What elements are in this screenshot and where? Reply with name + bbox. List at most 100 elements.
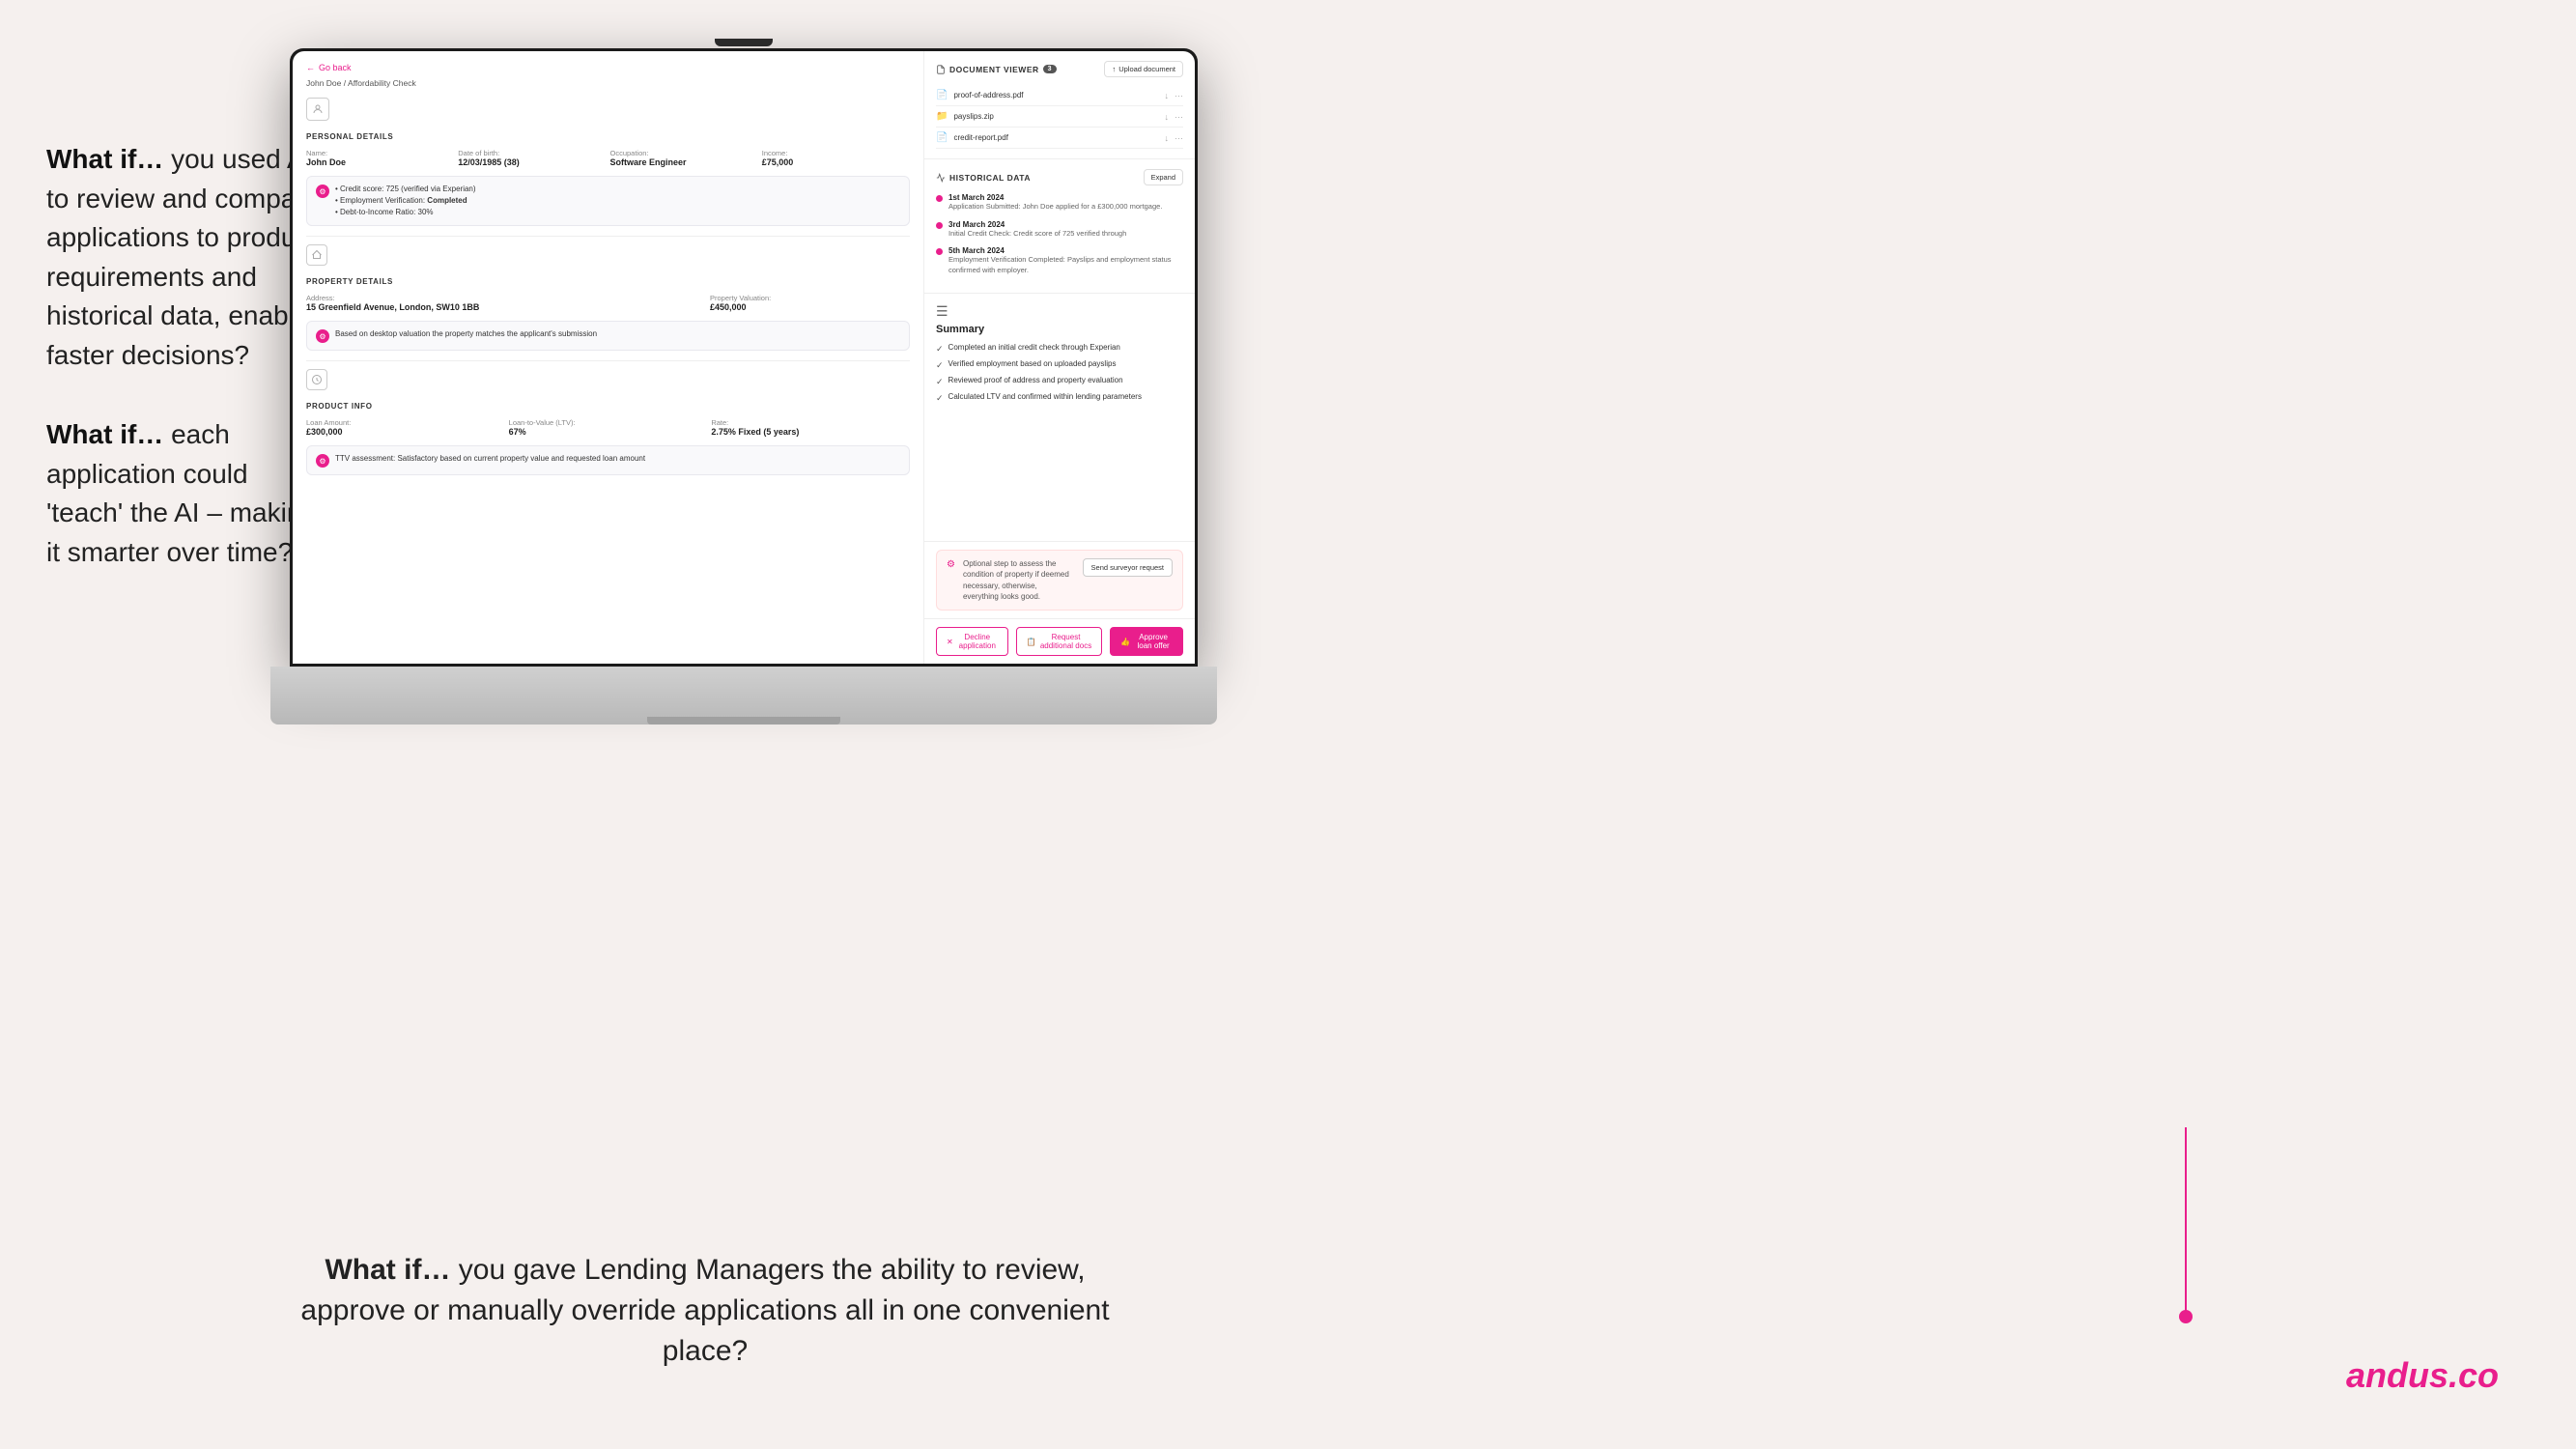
approve-line-dot: [2179, 1310, 2193, 1323]
approve-loan-button[interactable]: 👍 Approve loan offer: [1110, 627, 1183, 656]
upload-document-button[interactable]: ↑ Upload document: [1104, 61, 1183, 77]
decline-application-button[interactable]: ✕ Decline application: [936, 627, 1008, 656]
ltv-field: Loan-to-Value (LTV): 67%: [509, 418, 708, 438]
expand-button[interactable]: Expand: [1144, 169, 1183, 185]
more-icon-2[interactable]: ···: [1175, 112, 1183, 122]
property-details-grid: Address: 15 Greenfield Avenue, London, S…: [306, 294, 910, 313]
personal-insight-text: • Credit score: 725 (verified via Experi…: [335, 184, 476, 218]
valuation-label: Property Valuation:: [710, 294, 910, 302]
survey-banner: ⚙ Optional step to assess the condition …: [936, 550, 1183, 611]
ltv-label: Loan-to-Value (LTV):: [509, 418, 708, 427]
doc-row-3: 📄 credit-report.pdf ↓ ···: [936, 128, 1183, 149]
doc-viewer-label: DOCUMENT VIEWER: [949, 65, 1039, 74]
doc-viewer-header: DOCUMENT VIEWER 3 ↑ Upload document: [936, 61, 1183, 77]
timeline-dot-2: [936, 222, 943, 229]
personal-insight-box: ⚙ • Credit score: 725 (verified via Expe…: [306, 176, 910, 226]
approve-icon: 👍: [1120, 638, 1130, 646]
summary-title: Summary: [936, 324, 1183, 335]
summary-text-2: Verified employment based on uploaded pa…: [948, 359, 1117, 368]
property-insight-text: Based on desktop valuation the property …: [335, 328, 597, 340]
go-back-link[interactable]: ← Go back: [306, 63, 910, 72]
personal-insight-line3: • Debt-to-Income Ratio: 30%: [335, 208, 434, 216]
ai-insight-icon-3: ⚙: [316, 454, 329, 468]
document-icon: [936, 65, 946, 74]
product-info-title: PRODUCT INFO: [306, 402, 910, 411]
download-icon-1[interactable]: ↓: [1165, 91, 1170, 100]
decline-label: Decline application: [957, 633, 998, 650]
summary-item-1: ✓ Completed an initial credit check thro…: [936, 343, 1183, 355]
timeline-desc-1: Application Submitted: John Doe applied …: [948, 202, 1183, 213]
rate-value: 2.75% Fixed (5 years): [711, 427, 799, 437]
bottom-what-if-bold: What if…: [325, 1254, 450, 1286]
summary-text-4: Calculated LTV and confirmed within lend…: [948, 392, 1142, 401]
historical-data-title: HISTORICAL DATA: [936, 173, 1031, 183]
approve-label: Approve loan offer: [1134, 633, 1173, 650]
send-surveyor-button[interactable]: Send surveyor request: [1083, 558, 1173, 577]
valuation-value: £450,000: [710, 302, 747, 312]
property-details-title: PROPERTY DETAILS: [306, 277, 910, 286]
breadcrumb-current: Affordability Check: [348, 78, 416, 88]
name-field: Name: John Doe: [306, 149, 454, 168]
left-panel: ← Go back John Doe / Affordability Check: [293, 51, 924, 664]
survey-icon: ⚙: [947, 559, 955, 570]
breadcrumb: John Doe / Affordability Check: [306, 78, 910, 88]
income-value: £75,000: [762, 157, 794, 167]
timeline-date-3: 5th March 2024: [948, 246, 1183, 255]
loan-value: £300,000: [306, 427, 343, 437]
pdf-icon-2: 📄: [936, 132, 948, 143]
check-icon-3: ✓: [936, 377, 944, 387]
product-details-grid: Loan Amount: £300,000 Loan-to-Value (LTV…: [306, 418, 910, 438]
dob-value: 12/03/1985 (38): [458, 157, 520, 167]
doc-name-1[interactable]: proof-of-address.pdf: [953, 91, 1158, 99]
summary-item-2: ✓ Verified employment based on uploaded …: [936, 359, 1183, 371]
check-icon-1: ✓: [936, 344, 944, 355]
timeline-item-1: 1st March 2024 Application Submitted: Jo…: [936, 193, 1183, 213]
personal-details-title: PERSONAL DETAILS: [306, 132, 910, 141]
summary-text-3: Reviewed proof of address and property e…: [948, 376, 1123, 384]
summary-text-1: Completed an initial credit check throug…: [948, 343, 1120, 352]
survey-text: Optional step to assess the condition of…: [963, 558, 1075, 602]
historical-data-panel: HISTORICAL DATA Expand 1st March 2024 Ap…: [924, 159, 1195, 294]
timeline-desc-3: Employment Verification Completed: Paysl…: [948, 255, 1183, 275]
dob-label: Date of birth:: [458, 149, 606, 157]
address-field: Address: 15 Greenfield Avenue, London, S…: [306, 294, 706, 313]
docs-label: Request additional docs: [1040, 633, 1091, 650]
insight-bold: Completed: [427, 196, 467, 205]
download-icon-3[interactable]: ↓: [1165, 133, 1170, 143]
doc-viewer-title: DOCUMENT VIEWER 3: [936, 65, 1057, 74]
timeline-desc-2: Initial Credit Check: Credit score of 72…: [948, 229, 1183, 240]
doc-viewer: DOCUMENT VIEWER 3 ↑ Upload document 📄 pr…: [924, 51, 1195, 159]
request-docs-button[interactable]: 📋 Request additional docs: [1016, 627, 1102, 656]
timeline-content-3: 5th March 2024 Employment Verification C…: [948, 246, 1183, 275]
divider-2: [306, 360, 910, 361]
download-icon-2[interactable]: ↓: [1165, 112, 1170, 122]
doc-name-3[interactable]: credit-report.pdf: [953, 133, 1158, 142]
occupation-value: Software Engineer: [610, 157, 687, 167]
go-back-label: Go back: [319, 63, 352, 72]
timeline-dot-3: [936, 248, 943, 255]
personal-insight-line2: • Employment Verification: Completed: [335, 196, 467, 205]
timeline-content-1: 1st March 2024 Application Submitted: Jo…: [948, 193, 1183, 213]
ai-insight-icon-1: ⚙: [316, 185, 329, 198]
andus-branding: andus.co: [2346, 1355, 2499, 1396]
personal-insight-line1: • Credit score: 725 (verified via Experi…: [335, 185, 476, 193]
doc-actions-3: ↓ ···: [1165, 133, 1184, 143]
personal-details-grid: Name: John Doe Date of birth: 12/03/1985…: [306, 149, 910, 168]
dob-field: Date of birth: 12/03/1985 (38): [458, 149, 606, 168]
timeline-item-3: 5th March 2024 Employment Verification C…: [936, 246, 1183, 275]
timeline-date-2: 3rd March 2024: [948, 220, 1183, 229]
what-if-bold-1: What if…: [46, 144, 163, 174]
more-icon-1[interactable]: ···: [1175, 91, 1183, 100]
approve-vertical-line: [2185, 1127, 2187, 1321]
laptop-frame: ← Go back John Doe / Affordability Check: [270, 48, 1217, 724]
bottom-text-area: What if… you gave Lending Managers the a…: [270, 1250, 1140, 1372]
address-value: 15 Greenfield Avenue, London, SW10 1BB: [306, 302, 479, 312]
doc-name-2[interactable]: payslips.zip: [953, 112, 1158, 121]
historical-label: HISTORICAL DATA: [949, 173, 1031, 183]
doc-row-2: 📁 payslips.zip ↓ ···: [936, 106, 1183, 128]
docs-icon: 📋: [1027, 638, 1036, 646]
action-bar: ✕ Decline application 📋 Request addition…: [924, 618, 1195, 664]
pdf-icon-1: 📄: [936, 90, 948, 100]
breadcrumb-home[interactable]: John Doe: [306, 78, 341, 88]
more-icon-3[interactable]: ···: [1175, 133, 1183, 143]
